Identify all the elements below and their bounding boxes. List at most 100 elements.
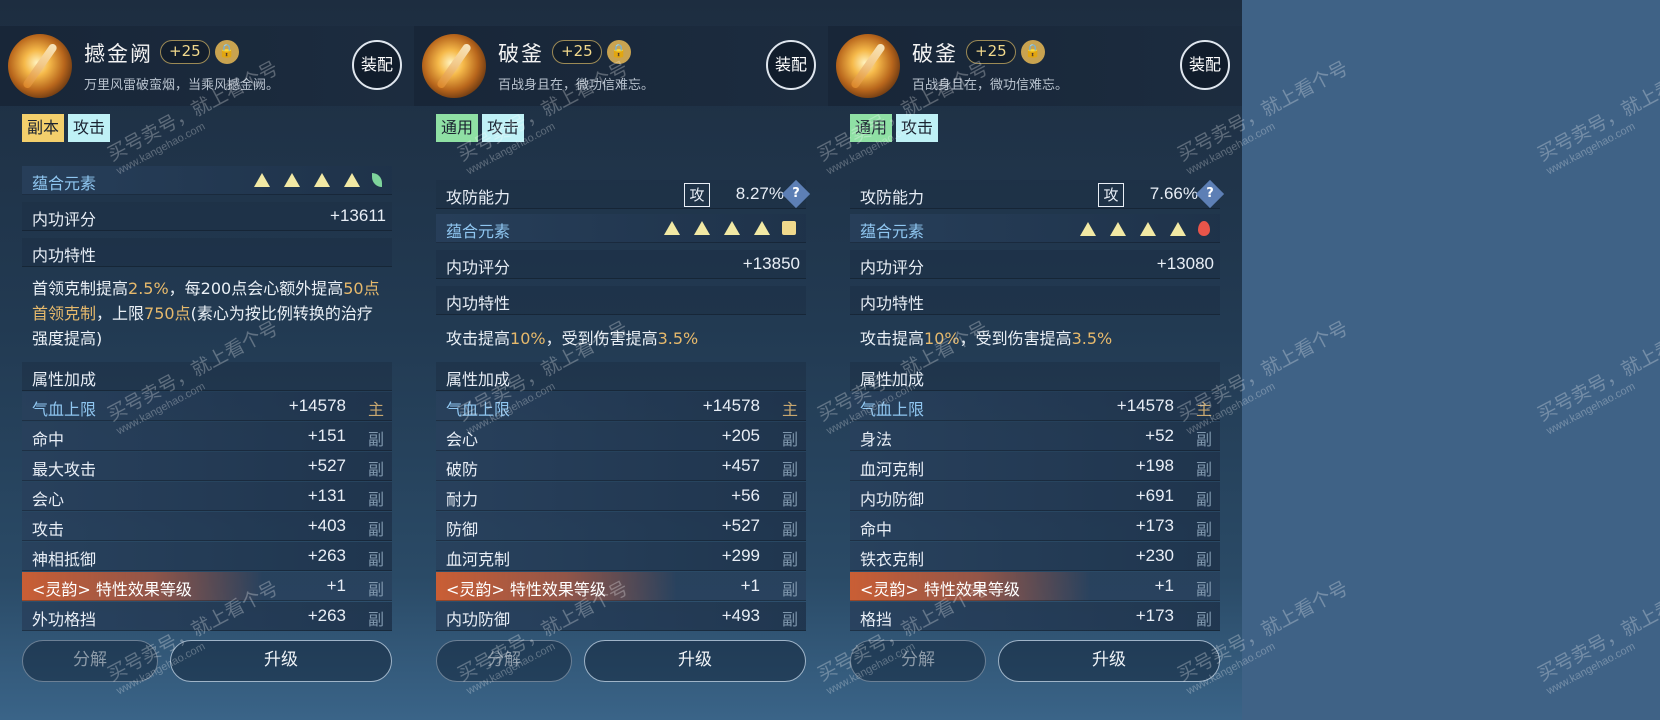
- lock-icon[interactable]: 🔒: [215, 40, 239, 64]
- attr-name: 命中: [860, 520, 893, 539]
- attr-value: +691: [1135, 486, 1174, 505]
- upgrade-button[interactable]: 升级: [170, 640, 392, 682]
- attr-name: 破防: [446, 460, 479, 479]
- element-triangle-icon: [284, 173, 300, 187]
- attr-row: 防御 +527 副: [436, 512, 806, 541]
- equip-button[interactable]: 装配: [766, 40, 816, 90]
- attr-source: 主: [367, 400, 384, 419]
- ability-row: 攻防能力 攻 8.27% ?: [436, 179, 811, 209]
- trait-header-row: 内功特性: [22, 238, 392, 267]
- attr-source: 副: [781, 580, 798, 599]
- equip-button[interactable]: 装配: [1180, 40, 1230, 90]
- attr-source: 副: [367, 520, 384, 539]
- score-label: 内功评分: [32, 210, 97, 229]
- attr-name: 气血上限: [860, 400, 925, 419]
- attr-source: 副: [1195, 430, 1212, 449]
- attr-value: +205: [721, 426, 760, 445]
- help-glyph: ?: [792, 186, 800, 201]
- element-row: 蕴合元素: [436, 214, 806, 243]
- attr-row: 会心 +131 副: [22, 482, 392, 511]
- ability-type: 攻: [684, 183, 710, 207]
- attr-row: 内功防御 +691 副: [850, 482, 1220, 511]
- trait-header-row: 内功特性: [850, 286, 1220, 315]
- attr-name: 攻击: [32, 520, 65, 539]
- wood-element-icon: [372, 173, 382, 187]
- upgrade-button[interactable]: 升级: [584, 640, 806, 682]
- trait-value: 3.5%: [1071, 329, 1113, 348]
- attr-row-lingyun: <灵韵> 特性效果等级 +1 副: [22, 572, 392, 601]
- attr-value: +527: [307, 456, 346, 475]
- attr-value: +403: [307, 516, 346, 535]
- trait-description: 首领克制提高2.5%，每200点会心额外提高50点首领克制，上限750点(素心为…: [32, 276, 382, 351]
- attr-name: 血河克制: [446, 550, 511, 569]
- attr-value: +14578: [702, 396, 760, 415]
- attr-label: 属性加成: [860, 370, 925, 389]
- attr-name: 耐力: [446, 490, 479, 509]
- upgrade-button[interactable]: 升级: [998, 640, 1220, 682]
- item-header: 破釜 +25 🔒 百战身且在，微功信难忘。 装配: [828, 26, 1242, 106]
- attr-name: <灵韵> 特性效果等级: [32, 580, 192, 599]
- lock-icon[interactable]: 🔒: [607, 40, 631, 64]
- attr-source: 副: [367, 490, 384, 509]
- item-description: 万里风雷破蛮烟，当乘风撼金阙。: [84, 78, 280, 93]
- item-header: 撼金阙 +25 🔒 万里风雷破蛮烟，当乘风撼金阙。 装配: [0, 26, 414, 106]
- equip-button[interactable]: 装配: [352, 40, 402, 90]
- ability-type: 攻: [1098, 183, 1124, 207]
- decompose-button[interactable]: 分解: [436, 640, 572, 682]
- attr-name: 最大攻击: [32, 460, 97, 479]
- score-row: 内功评分 +13850: [436, 250, 806, 279]
- help-icon[interactable]: ?: [1195, 179, 1225, 209]
- trait-text: ，上限: [96, 304, 145, 323]
- attr-value: +131: [307, 486, 346, 505]
- trait-description: 攻击提高10%，受到伤害提高3.5%: [860, 326, 1210, 351]
- element-triangle-icon: [1080, 221, 1096, 236]
- attr-value: +173: [1135, 516, 1174, 535]
- watermark-text: 买号卖号，就上看个号: [1533, 57, 1660, 166]
- trait-text: 首领克制提高: [32, 279, 129, 298]
- decompose-button[interactable]: 分解: [850, 640, 986, 682]
- attr-row: 内功防御 +493 副: [436, 602, 806, 631]
- item-name: 破釜: [498, 42, 544, 66]
- attr-value: +493: [721, 606, 760, 625]
- attr-header-row: 属性加成: [436, 362, 806, 391]
- attr-row: 命中 +173 副: [850, 512, 1220, 541]
- attr-source: 副: [367, 610, 384, 629]
- item-name: 破釜: [912, 42, 958, 66]
- help-icon[interactable]: ?: [781, 179, 811, 209]
- attr-source: 副: [781, 430, 798, 449]
- attr-source: 副: [1195, 610, 1212, 629]
- trait-text: ，受到伤害提高: [959, 329, 1072, 348]
- attr-source: 副: [367, 460, 384, 479]
- element-icons: [240, 173, 382, 187]
- attr-value: +263: [307, 606, 346, 625]
- trait-text: 攻击提高: [446, 329, 511, 348]
- attr-source: 副: [1195, 460, 1212, 479]
- attr-row: 耐力 +56 副: [436, 482, 806, 511]
- attr-source: 副: [781, 520, 798, 539]
- attr-row: 破防 +457 副: [436, 452, 806, 481]
- item-tags: 通用 攻击: [850, 114, 939, 142]
- attr-source: 副: [781, 460, 798, 479]
- attr-source: 副: [1195, 520, 1212, 539]
- element-row: 蕴合元素: [850, 214, 1220, 243]
- item-panel-2: 破釜 +25 🔒 百战身且在，微功信难忘。 装配 通用 攻击 攻防能力 攻 8.…: [414, 0, 828, 720]
- item-panel-1: 撼金阙 +25 🔒 万里风雷破蛮烟，当乘风撼金阙。 装配 副本 攻击 蕴合元素 …: [0, 0, 414, 720]
- ability-value: 7.66%: [1149, 184, 1198, 203]
- watermark-text: 买号卖号，就上看个号: [1533, 317, 1660, 426]
- attr-value: +14578: [288, 396, 346, 415]
- attr-name: 会心: [32, 490, 65, 509]
- watermark-url: www.kangehao.com: [1544, 380, 1638, 438]
- attr-row: 铁衣克制 +230 副: [850, 542, 1220, 571]
- decompose-button[interactable]: 分解: [22, 640, 158, 682]
- attr-value: +527: [721, 516, 760, 535]
- attr-row: 血河克制 +198 副: [850, 452, 1220, 481]
- item-panel-3: 破釜 +25 🔒 百战身且在，微功信难忘。 装配 通用 攻击 攻防能力 攻 7.…: [828, 0, 1242, 720]
- attr-value: +198: [1135, 456, 1174, 475]
- element-label: 蕴合元素: [860, 222, 925, 241]
- item-emblem-icon: [422, 34, 486, 98]
- attr-source: 主: [1195, 400, 1212, 419]
- attr-row-lingyun: <灵韵> 特性效果等级 +1 副: [436, 572, 806, 601]
- lock-icon[interactable]: 🔒: [1021, 40, 1045, 64]
- element-triangle-icon: [754, 221, 770, 235]
- attr-source: 主: [781, 400, 798, 419]
